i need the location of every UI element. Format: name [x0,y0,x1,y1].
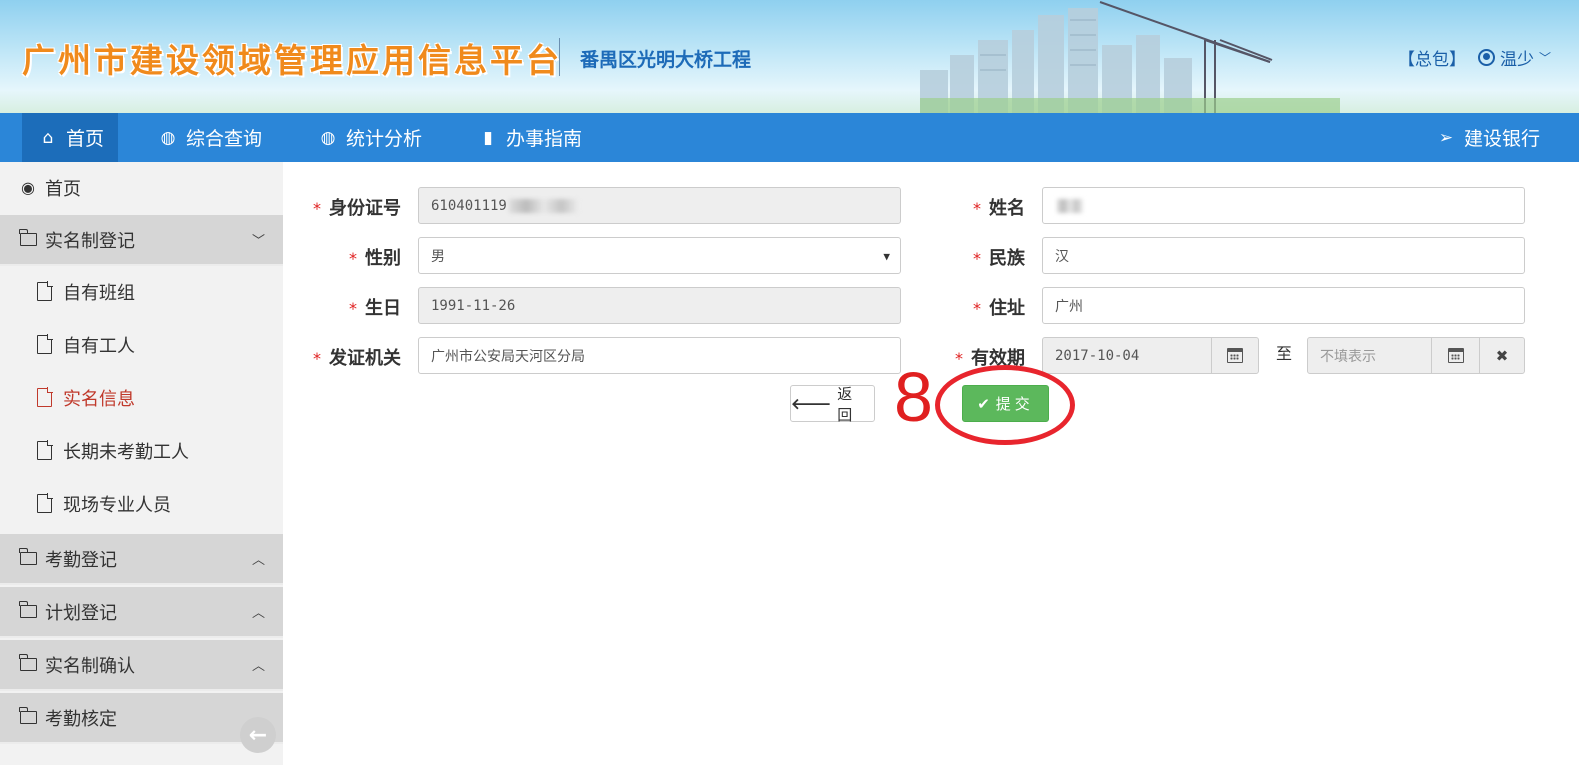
ethnicity-field[interactable]: 汉 [1042,237,1525,274]
sidebar-item-label: 长期未考勤工人 [63,441,189,463]
globe-icon: ◍ [320,127,336,148]
chevron-up-icon: ︿ [251,553,265,568]
name-field[interactable] [1042,187,1525,224]
redacted-mask [508,198,579,213]
chevron-up-icon: ︿ [251,659,265,674]
user-menu[interactable]: 温少 ﹀ [1477,45,1551,70]
calendar-icon [1227,348,1243,363]
close-icon: ✖ [1495,346,1509,365]
back-button-label: 返回 [837,384,857,424]
file-icon [37,493,53,513]
sidebar-group-realname[interactable]: 实名制登记 ﹀ [0,215,283,266]
sidebar-item-label: 考勤登记 [45,549,117,571]
nav-item-label: 办事指南 [506,128,583,150]
gender-select[interactable]: 男 ▼ [418,237,901,274]
user-circle-icon [1477,49,1495,66]
validity-end-calendar-button[interactable] [1431,337,1480,374]
file-icon [37,387,53,407]
birthday-field[interactable]: 1991-11-26 [418,287,901,324]
clear-date-button[interactable]: ✖ [1479,337,1525,374]
sidebar-item-realname-info[interactable]: 实名信息 [0,371,283,424]
sidebar-item-label: 实名制登记 [45,230,135,252]
globe-icon: ◍ [160,127,176,148]
validity-start-field[interactable]: 2017-10-04 [1042,337,1212,374]
sidebar-item-label: 首页 [45,178,81,200]
folder-icon [18,653,38,675]
send-icon: ➢ [1438,127,1454,148]
sidebar-group-attendance[interactable]: 考勤登记 ︿ [0,534,283,585]
chevron-down-icon: ﹀ [251,234,265,249]
main-navbar: ⌂ 首页 ◍ 综合查询 ◍ 统计分析 ▮ 办事指南 ➢ 建设银行 [0,113,1579,162]
sidebar-item-onsite-staff[interactable]: 现场专业人员 [0,477,283,530]
back-button[interactable]: 🡐 返回 [790,384,875,424]
role-label[interactable]: 【总包】 [1398,45,1466,70]
home-icon: ⌂ [42,127,54,148]
nav-item-statistics[interactable]: ◍ 统计分析 [318,113,422,162]
dropdown-arrow-icon: ▼ [883,250,890,263]
sidebar-item-own-team[interactable]: 自有班组 [0,265,283,318]
nav-item-home[interactable]: ⌂ 首页 [22,113,118,162]
book-icon: ▮ [483,127,493,148]
dashboard-icon: ◉ [21,178,35,197]
id-number-label: * 身份证号 [313,198,401,219]
title-divider [559,38,560,76]
sidebar-item-label: 自有工人 [63,335,135,357]
issuer-label: * 发证机关 [313,348,401,369]
folder-icon [18,547,38,569]
folder-icon [18,706,38,728]
file-icon [37,440,53,460]
sidebar-group-plan[interactable]: 计划登记 ︿ [0,587,283,638]
chevron-up-icon: ︿ [251,606,265,621]
header-banner: 广州市建设领域管理应用信息平台 番禺区光明大桥工程 【总包】 温少 ﹀ [0,0,1579,113]
nav-item-label: 统计分析 [346,128,423,150]
ethnicity-label: * 民族 [973,248,1025,269]
file-icon [37,281,53,301]
sidebar: ◉ 首页 实名制登记 ﹀ 自有班组 自有工人 实名信息 长期未考勤工人 现场专业… [0,162,283,765]
sidebar-item-label: 计划登记 [45,602,117,624]
sidebar-item-label: 自有班组 [63,282,135,304]
range-to-label: 至 [1276,344,1293,363]
sidebar-item-label: 现场专业人员 [63,494,171,516]
sidebar-item-label: 实名信息 [63,388,135,410]
sidebar-item-label: 考勤核定 [45,708,117,730]
birthday-label: * 生日 [349,298,401,319]
folder-icon [18,600,38,622]
nav-item-query[interactable]: ◍ 综合查询 [158,113,262,162]
arrow-left-icon: 🡐 [791,395,832,413]
nav-item-label: 建设银行 [1464,128,1541,150]
folder-open-icon [18,228,38,250]
calendar-icon [1447,348,1464,363]
chevron-down-icon: ﹀ [1538,51,1551,65]
id-number-field[interactable]: 610401119 [418,187,901,224]
redacted-mask [1057,198,1083,213]
user-area: 【总包】 温少 ﹀ [1398,45,1551,70]
submit-button[interactable]: ✔ 提交 [962,385,1049,422]
gender-label: * 性别 [349,248,401,269]
nav-item-bank[interactable]: ➢ 建设银行 [1436,113,1540,162]
nav-item-label: 首页 [66,128,105,150]
address-label: * 住址 [973,298,1025,319]
sidebar-group-confirm[interactable]: 实名制确认 ︿ [0,640,283,691]
validity-end-field[interactable]: 不填表示 [1307,337,1432,374]
sidebar-item-label: 实名制确认 [45,655,135,677]
issuer-field[interactable]: 广州市公安局天河区分局 [418,337,901,374]
collapse-sidebar-arrow-icon[interactable]: ← [240,717,276,753]
sidebar-item-own-workers[interactable]: 自有工人 [0,318,283,371]
submit-button-label: 提交 [995,395,1034,413]
address-field[interactable]: 广州 [1042,287,1525,324]
nav-item-label: 综合查询 [186,128,263,150]
project-name: 番禺区光明大桥工程 [580,49,752,71]
sidebar-item-home[interactable]: ◉ 首页 [0,162,283,213]
step-number-annotation: 8 [894,358,933,436]
city-skyline-illustration [920,1,1340,113]
app-title: 广州市建设领域管理应用信息平台 [22,41,562,80]
check-icon: ✔ [977,394,990,413]
sidebar-item-long-absent[interactable]: 长期未考勤工人 [0,424,283,477]
validity-start-calendar-button[interactable] [1211,337,1259,374]
user-name: 温少 [1499,50,1534,70]
nav-item-guide[interactable]: ▮ 办事指南 [478,113,582,162]
name-label: * 姓名 [973,198,1025,219]
file-icon [37,334,53,354]
